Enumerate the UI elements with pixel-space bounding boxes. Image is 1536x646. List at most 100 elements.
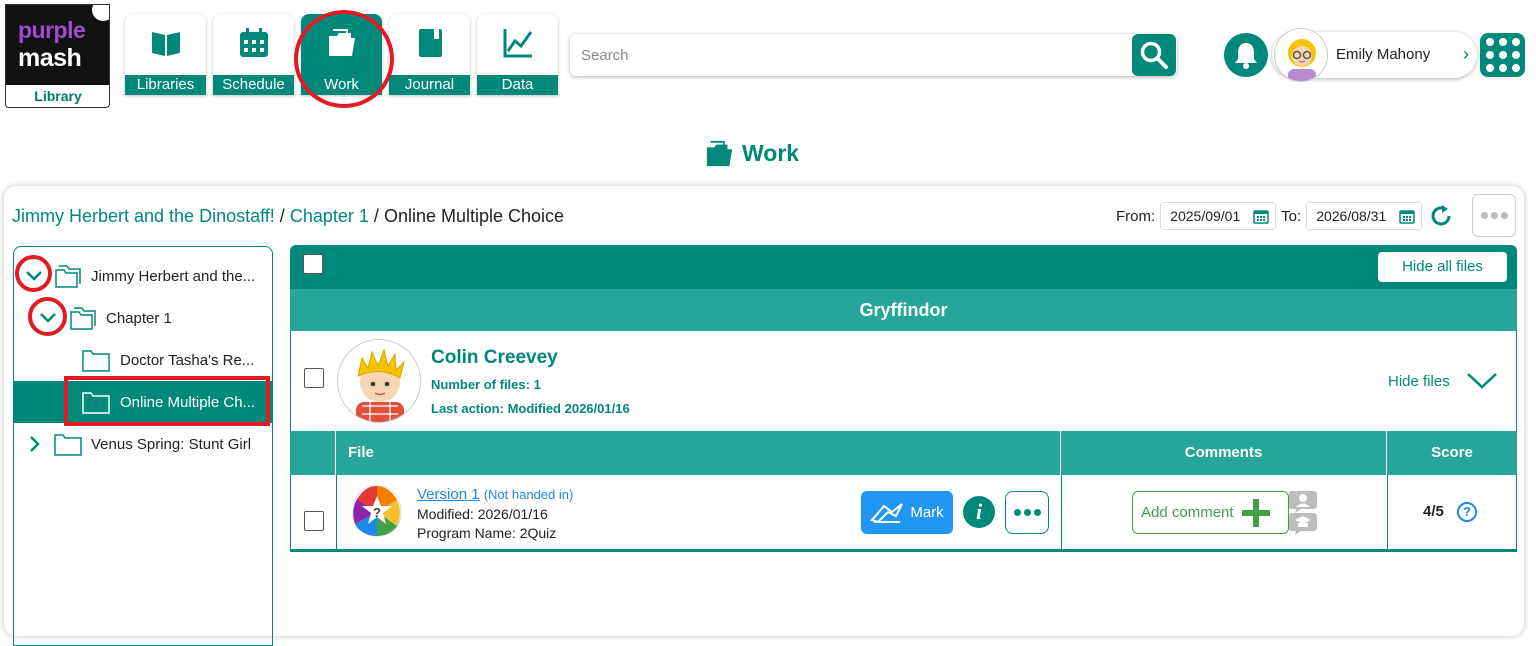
chevron-down-icon[interactable] <box>38 308 58 328</box>
search-button[interactable] <box>1132 34 1176 76</box>
notifications-button[interactable] <box>1224 33 1268 77</box>
page-title-text: Work <box>742 139 800 166</box>
pupil-checkbox[interactable] <box>304 368 324 388</box>
dot-icon <box>1480 212 1488 219</box>
logo-text-mash: mash <box>18 44 82 72</box>
tree-item-chapter[interactable]: Chapter 1 <box>14 297 272 339</box>
tree-item-label: Chapter 1 <box>106 309 172 327</box>
calendar-icon <box>1253 210 1269 224</box>
purple-mash-logo[interactable]: purple mash Library <box>5 4 110 108</box>
breadcrumb-separator: / <box>373 206 379 226</box>
help-icon[interactable]: ? <box>1457 502 1477 522</box>
nav-schedule[interactable]: Schedule <box>213 14 294 95</box>
folder-icon <box>82 350 110 372</box>
nav-work-label: Work <box>324 76 359 93</box>
quiz-file-icon[interactable]: ? <box>351 484 403 538</box>
nav-schedule-label: Schedule <box>213 75 294 95</box>
select-all-checkbox[interactable] <box>303 254 323 274</box>
from-date-input[interactable]: 2025/09/01 <box>1160 202 1277 230</box>
breadcrumb-link-book[interactable]: Jimmy Herbert and the Dinostaff! <box>12 206 275 226</box>
score-value: 4/5 <box>1423 503 1444 520</box>
column-header-score: Score <box>1386 431 1517 475</box>
nav-libraries-label: Libraries <box>125 75 206 95</box>
nav-data-label: Data <box>477 75 558 95</box>
dot-icon <box>1013 509 1021 516</box>
tree-item-doctor-tasha[interactable]: Doctor Tasha's Re... <box>14 339 272 381</box>
version-link[interactable]: Version 1 <box>417 486 480 503</box>
folder-icon <box>82 392 110 414</box>
nav-work[interactable]: Work <box>301 14 382 95</box>
nav-journal-label: Journal <box>389 75 470 95</box>
nav-libraries[interactable]: Libraries <box>125 14 206 95</box>
tree-item-venus-spring[interactable]: Venus Spring: Stunt Girl <box>14 423 272 465</box>
apps-dot-icon <box>1498 64 1507 72</box>
file-row: ? Version 1 (Not handed in) Modified: 20… <box>290 475 1517 552</box>
comment-people-icon[interactable] <box>1287 489 1319 535</box>
from-label: From: <box>1116 207 1156 225</box>
add-comment-button[interactable]: Add comment <box>1132 491 1289 534</box>
plus-icon <box>1241 498 1270 527</box>
hide-files-label: Hide files <box>1388 373 1450 390</box>
breadcrumb-link-chapter[interactable]: Chapter 1 <box>290 206 369 226</box>
refresh-icon[interactable] <box>1428 203 1454 229</box>
info-button[interactable]: i <box>963 496 995 528</box>
apps-grid-button[interactable] <box>1480 33 1525 77</box>
version-status: (Not handed in) <box>483 487 574 502</box>
from-date-value: 2025/09/01 <box>1170 208 1241 224</box>
file-program: Program Name: 2Quiz <box>417 525 557 541</box>
folder-stack-icon <box>55 265 81 288</box>
column-divider <box>1387 475 1388 552</box>
dot-icon <box>1023 509 1031 516</box>
mark-button[interactable]: Mark <box>861 491 953 534</box>
chevron-down-icon <box>1467 373 1497 389</box>
date-filter: From: 2025/09/01 To: 2026/08/31 <box>1116 202 1427 230</box>
user-menu[interactable]: Emily Mahony › <box>1272 28 1477 82</box>
calendar-icon <box>240 28 268 57</box>
tree-item-label: Doctor Tasha's Re... <box>120 351 255 369</box>
chevron-down-icon[interactable] <box>24 266 44 286</box>
pupil-last-action: Last action: Modified 2026/01/16 <box>431 401 630 416</box>
files-table-header: File Comments Score <box>290 431 1517 475</box>
nav-journal[interactable]: Journal <box>389 14 470 95</box>
logo-text-purple: purple <box>18 17 86 43</box>
calendar-icon <box>1399 210 1415 224</box>
chevron-right-icon: › <box>1463 44 1469 64</box>
page-title: Work <box>704 138 799 168</box>
teacher-avatar-icon <box>1288 39 1316 81</box>
file-modified: Modified: 2026/01/16 <box>417 506 548 522</box>
journal-icon <box>419 29 442 57</box>
pupil-name[interactable]: Colin Creevey <box>431 347 558 369</box>
apps-dot-icon <box>1511 51 1520 59</box>
apps-dot-icon <box>1498 51 1507 59</box>
to-label: To: <box>1281 207 1302 225</box>
search-input[interactable] <box>570 34 1130 76</box>
hide-files-toggle[interactable]: Hide files <box>1388 371 1498 390</box>
to-date-value: 2026/08/31 <box>1316 208 1387 224</box>
apps-dot-icon <box>1498 38 1507 46</box>
chevron-right-icon[interactable] <box>24 434 44 454</box>
column-header-comments: Comments <box>1060 431 1386 475</box>
file-checkbox[interactable] <box>304 511 324 531</box>
book-icon <box>152 32 180 56</box>
tree-item-online-multiple-choice[interactable]: Online Multiple Ch... <box>14 381 272 423</box>
dot-icon <box>1500 212 1508 219</box>
panel-toolbar: Hide all files <box>290 245 1517 289</box>
apps-dot-icon <box>1485 38 1494 46</box>
files-panel: Hide all files Gryffindor Colin Creevey … <box>290 245 1517 552</box>
tree-item-book[interactable]: Jimmy Herbert and the... <box>14 255 272 297</box>
column-divider <box>1061 475 1062 552</box>
pupil-avatar <box>337 339 421 423</box>
apps-dot-icon <box>1485 51 1494 59</box>
to-date-input[interactable]: 2026/08/31 <box>1306 202 1423 230</box>
apps-dot-icon <box>1511 64 1520 72</box>
version-info: Version 1 (Not handed in) <box>417 486 573 503</box>
pupil-row: Colin Creevey Number of files: 1 Last ac… <box>290 331 1517 431</box>
apps-dot-icon <box>1511 38 1520 46</box>
more-options-button[interactable] <box>1472 194 1516 237</box>
file-more-button[interactable] <box>1005 491 1049 534</box>
hide-all-files-button[interactable]: Hide all files <box>1378 252 1507 282</box>
chart-icon <box>503 29 533 58</box>
logo-text-library: Library <box>34 88 82 104</box>
folder-icon <box>329 29 355 56</box>
nav-data[interactable]: Data <box>477 14 558 95</box>
